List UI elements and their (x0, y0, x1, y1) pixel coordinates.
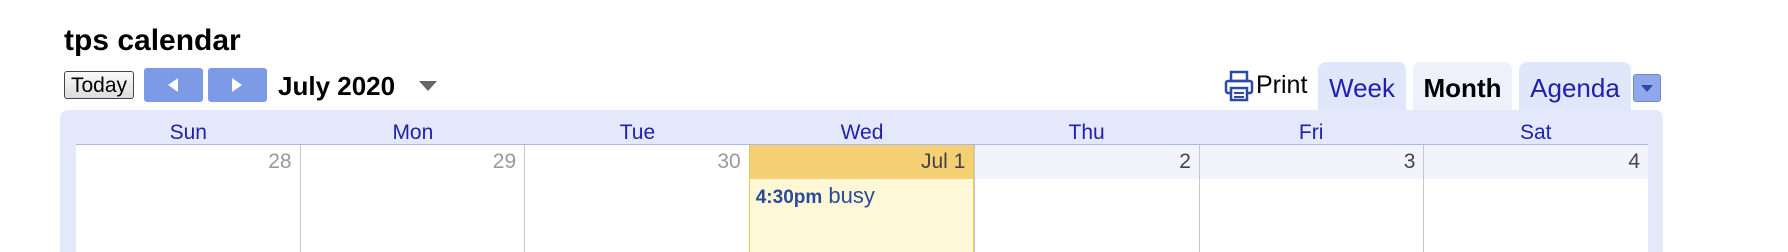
week-row: 28 29 30 Jul 1 4:30pm busy 2 3 4 (76, 145, 1649, 252)
event-time: 4:30pm (755, 187, 823, 208)
printer-icon[interactable] (1224, 70, 1254, 102)
print-link[interactable]: Print (1256, 68, 1307, 102)
day-cell[interactable]: 2 (974, 145, 1199, 252)
weekday-header: Mon (392, 121, 434, 144)
calendar-event[interactable]: 4:30pm busy (756, 183, 875, 211)
day-number[interactable]: 2 (975, 145, 1199, 179)
tab-week[interactable]: Week (1318, 62, 1406, 110)
chevron-left-icon (168, 78, 178, 92)
day-cell[interactable]: 29 (299, 145, 525, 252)
day-cell[interactable]: 3 (1198, 145, 1424, 252)
date-picker-dropdown-icon[interactable] (418, 80, 438, 92)
day-number[interactable]: Jul 1 (749, 145, 974, 179)
weekday-header: Thu (1068, 121, 1105, 144)
day-cell-today[interactable]: Jul 1 4:30pm busy (748, 145, 975, 252)
today-button[interactable]: Today (64, 71, 134, 99)
tab-month[interactable]: Month (1413, 62, 1512, 110)
weekday-header: Wed (840, 121, 884, 144)
view-menu-button[interactable] (1633, 74, 1661, 102)
next-period-button[interactable] (208, 68, 267, 102)
weekday-header-row: Sun Mon Tue Wed Thu Fri Sat (76, 122, 1648, 145)
day-cell[interactable]: 4 (1423, 145, 1649, 252)
day-number[interactable]: 29 (301, 145, 525, 179)
chevron-down-icon (1641, 85, 1653, 92)
day-number[interactable]: 30 (525, 145, 749, 179)
event-title: busy (828, 183, 875, 208)
weekday-header: Sat (1519, 121, 1552, 144)
weekday-header: Fri (1298, 121, 1324, 144)
day-number[interactable]: 3 (1199, 145, 1424, 179)
tab-agenda[interactable]: Agenda (1519, 62, 1631, 110)
current-month-title: July 2020 (278, 71, 396, 101)
day-number[interactable]: 4 (1424, 145, 1649, 179)
calendar-title: tps calendar (64, 24, 241, 57)
day-number[interactable]: 28 (76, 145, 300, 179)
chevron-right-icon (232, 78, 242, 92)
previous-period-button[interactable] (144, 68, 203, 102)
weekday-header: Sun (169, 121, 207, 144)
day-cell[interactable]: 28 (76, 145, 300, 252)
weekday-header: Tue (619, 121, 656, 144)
day-cell[interactable]: 30 (524, 145, 749, 252)
